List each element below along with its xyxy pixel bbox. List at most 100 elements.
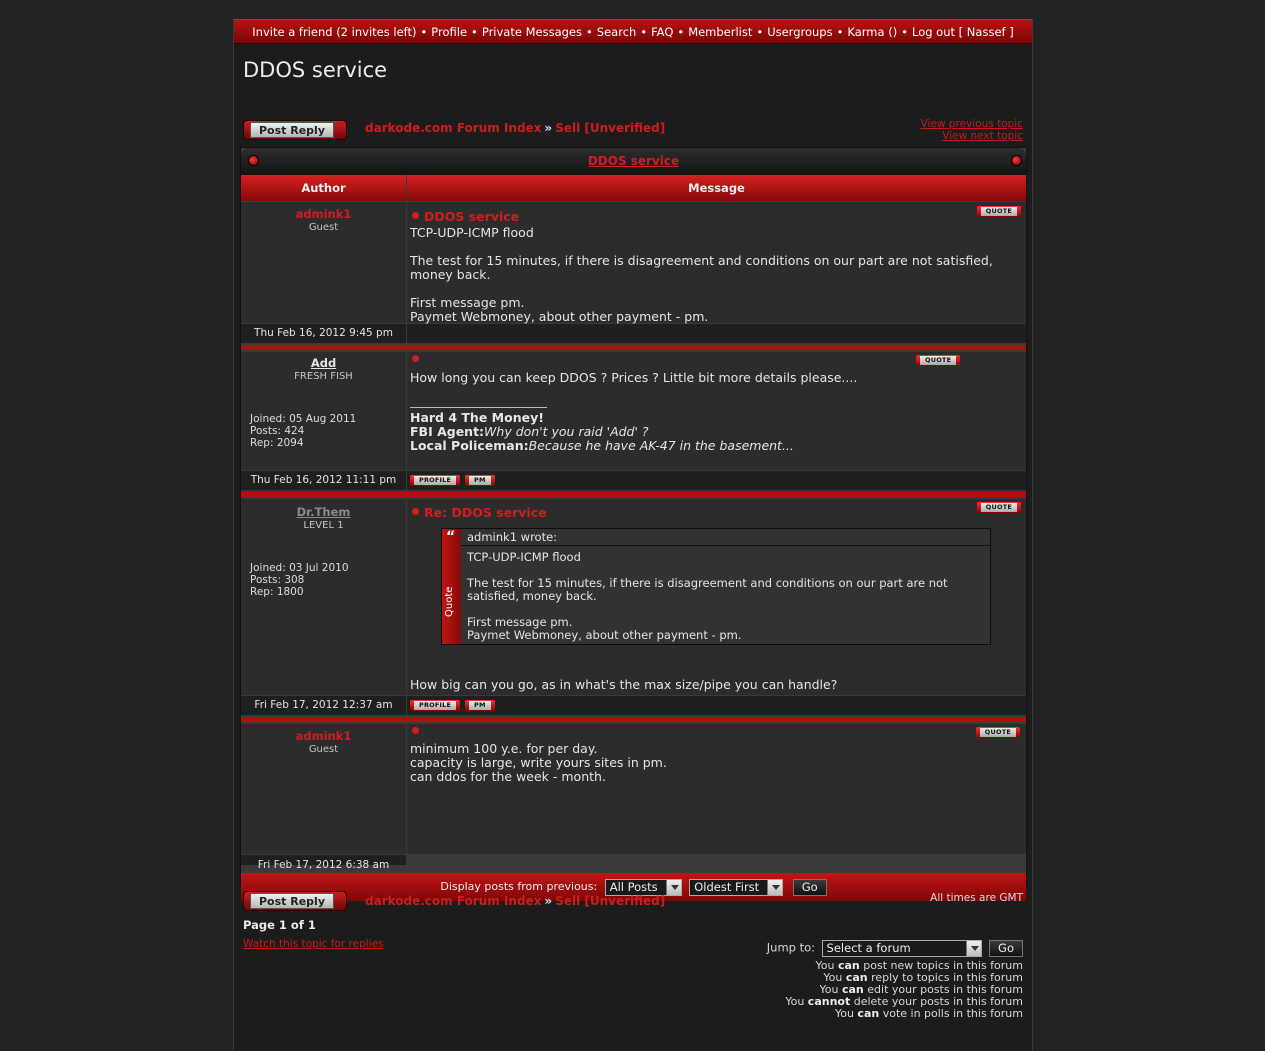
- post-message-cell: QUOTE How long you can keep DDOS ? Price…: [407, 352, 1026, 470]
- profile-button[interactable]: PROFILE: [410, 475, 461, 486]
- post-body: TCP-UDP-ICMP flood The test for 15 minut…: [410, 225, 993, 324]
- post-author-rank: Guest: [308, 222, 339, 233]
- view-previous-topic-link[interactable]: View previous topic: [921, 118, 1023, 130]
- pm-button[interactable]: PM: [465, 475, 495, 486]
- post-icon: [412, 212, 419, 219]
- post-author-stats: Joined: 05 Aug 2011 Posts: 424 Rep: 2094: [250, 413, 357, 449]
- post-author-rank: Guest: [308, 744, 339, 755]
- nav-private-messages[interactable]: Private Messages: [482, 25, 582, 39]
- post-reply-label: Post Reply: [250, 893, 334, 909]
- page-title: DDOS service: [243, 58, 388, 82]
- forum-select[interactable]: Select a forum: [821, 940, 982, 957]
- topic-title-link[interactable]: DDOS service: [588, 154, 679, 168]
- breadcrumb-forum-index[interactable]: darkode.com Forum Index: [365, 121, 541, 135]
- post-title: [412, 724, 424, 739]
- breadcrumb-bottom: darkode.com Forum Index» Sell [Unverified…: [365, 894, 665, 908]
- post-separator: [241, 345, 1026, 350]
- page-container: Invite a friend (2 invites left) • Profile…: [233, 19, 1033, 1051]
- quote-sidebar: “ Quote: [442, 529, 461, 644]
- forum-permissions: You can post new topics in this forum Yo…: [785, 960, 1023, 1020]
- chevron-down-icon: [965, 941, 981, 956]
- breadcrumb-forum[interactable]: Sell [Unverified]: [555, 121, 665, 135]
- quote-label: Quote: [444, 586, 455, 617]
- post-author-name[interactable]: Add: [241, 356, 406, 370]
- permission-line: You can vote in polls in this forum: [834, 1007, 1023, 1020]
- nav-profile[interactable]: Profile: [431, 25, 467, 39]
- post-icon: [412, 355, 419, 362]
- profile-button[interactable]: PROFILE: [410, 700, 461, 711]
- quote-box: “ Quote admink1 wrote: TCP-UDP-ICMP floo…: [441, 528, 991, 645]
- watch-topic-link[interactable]: Watch this topic for replies: [243, 938, 384, 950]
- post-body: minimum 100 y.e. for per day. capacity i…: [410, 741, 667, 784]
- post-reply-button-bottom[interactable]: Post Reply: [243, 891, 347, 911]
- post-author-name[interactable]: Dr.Them: [241, 505, 406, 519]
- jump-to: Jump to: Select a forum Go: [767, 940, 1023, 957]
- header-dot-right: [1011, 155, 1022, 166]
- quote-mark-icon: “: [446, 529, 456, 545]
- nav-karma[interactable]: Karma (): [847, 25, 897, 39]
- quote-button[interactable]: QUOTE: [916, 355, 961, 366]
- display-posts-label: Display posts from previous:: [440, 880, 598, 893]
- nav-logout[interactable]: Log out [ Nassef ]: [912, 25, 1014, 39]
- top-navigation: Invite a friend (2 invites left) • Profile…: [234, 20, 1032, 44]
- jump-to-label: Jump to:: [766, 940, 816, 955]
- posts-order-select[interactable]: Oldest First: [689, 878, 784, 896]
- post-date: Fri Feb 17, 2012 12:37 am: [254, 699, 393, 711]
- quote-button[interactable]: QUOTE: [976, 206, 1021, 217]
- post-date-cell: Thu Feb 16, 2012 11:11 pm: [241, 471, 406, 490]
- post-date: Fri Feb 17, 2012 6:38 am: [257, 859, 390, 871]
- breadcrumb-top: darkode.com Forum Index» Sell [Unverified…: [365, 121, 665, 135]
- post-title: Re: DDOS service: [412, 505, 547, 520]
- chevron-down-icon: [665, 879, 681, 895]
- posts-period-select[interactable]: All Posts: [604, 878, 682, 896]
- post-body: How big can you go, as in what's the max…: [410, 677, 838, 692]
- post-date: Thu Feb 16, 2012 11:11 pm: [250, 474, 397, 486]
- post-author-rank: FRESH FISH: [294, 371, 353, 382]
- post-date-cell: Fri Feb 17, 2012 12:37 am: [241, 696, 406, 715]
- post-message-cell: DDOS service QUOTE TCP-UDP-ICMP flood Th…: [407, 202, 1026, 324]
- post-author-stats: Joined: 03 Jul 2010 Posts: 308 Rep: 1800: [250, 562, 349, 598]
- nav-invite[interactable]: Invite a friend (2 invites left): [252, 25, 416, 39]
- post-date: Thu Feb 16, 2012 9:45 pm: [254, 327, 393, 339]
- post-author-cell: admink1 Guest: [241, 202, 406, 323]
- breadcrumb-forum[interactable]: Sell [Unverified]: [555, 894, 665, 908]
- author-column-header: Author: [241, 175, 406, 201]
- post-actions-cell: [407, 324, 1026, 343]
- quote-button[interactable]: QUOTE: [976, 502, 1021, 513]
- message-column-header: Message: [407, 175, 1026, 201]
- breadcrumb-arrow: »: [544, 121, 553, 135]
- post-title: DDOS service: [412, 209, 519, 224]
- post-signature: Hard 4 The Money! FBI Agent:Why don't yo…: [410, 410, 794, 453]
- view-next-topic-link[interactable]: View next topic: [921, 130, 1023, 142]
- jump-go-button[interactable]: Go: [989, 940, 1023, 957]
- nav-search[interactable]: Search: [597, 25, 637, 39]
- topic-navigation: View previous topic View next topic: [921, 118, 1023, 142]
- pagination: Page 1 of 1: [243, 918, 316, 932]
- topic-table-header: DDOS service: [241, 148, 1026, 175]
- post-author-cell: Add FRESH FISH Joined: 05 Aug 2011 Posts…: [241, 352, 406, 470]
- post-icon: [412, 508, 419, 515]
- nav-memberlist[interactable]: Memberlist: [688, 25, 752, 39]
- post-reply-button-top[interactable]: Post Reply: [243, 120, 347, 140]
- nav-faq[interactable]: FAQ: [651, 25, 673, 39]
- post-separator: [241, 717, 1026, 722]
- pm-button[interactable]: PM: [465, 700, 495, 711]
- post-separator: [241, 492, 1026, 497]
- post-author-cell: Dr.Them LEVEL 1 Joined: 03 Jul 2010 Post…: [241, 499, 406, 695]
- chevron-down-icon: [767, 879, 783, 895]
- post-icon: [412, 727, 419, 734]
- breadcrumb-arrow: »: [544, 894, 553, 908]
- display-go-button[interactable]: Go: [792, 878, 827, 896]
- timezone-note: All times are GMT: [930, 892, 1023, 904]
- header-dot-left: [248, 155, 259, 166]
- post-body: How long you can keep DDOS ? Prices ? Li…: [410, 370, 858, 385]
- post-reply-label: Post Reply: [250, 122, 334, 138]
- quote-button[interactable]: QUOTE: [975, 727, 1020, 738]
- signature-divider: [410, 407, 547, 408]
- nav-usergroups[interactable]: Usergroups: [767, 25, 832, 39]
- post-author-name[interactable]: admink1: [241, 729, 406, 743]
- post-author-name[interactable]: admink1: [241, 207, 406, 221]
- breadcrumb-forum-index[interactable]: darkode.com Forum Index: [365, 894, 541, 908]
- post-actions-cell: PROFILE PM: [407, 696, 1026, 715]
- topic-table: DDOS service Author Message admink1 Gues…: [240, 147, 1027, 901]
